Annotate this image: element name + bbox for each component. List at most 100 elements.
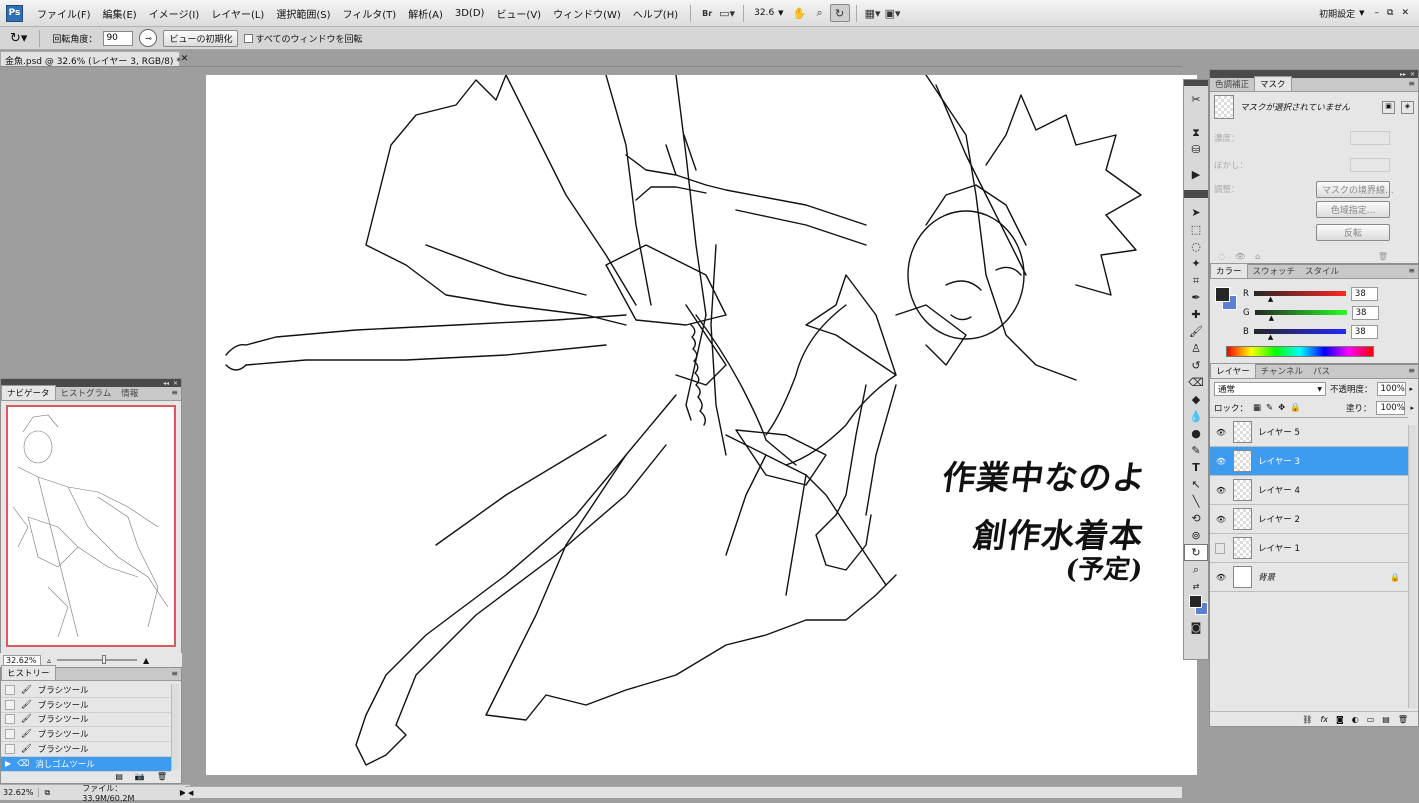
color-spectrum-ramp[interactable] [1226, 346, 1374, 357]
move-tool-icon[interactable]: ➤ [1184, 204, 1208, 221]
menu-3d[interactable]: 3D(D) [449, 8, 491, 19]
layer-name[interactable]: レイヤー 5 [1258, 426, 1300, 438]
status-zoom[interactable]: 32.62% [3, 788, 39, 797]
adjustment-layer-icon[interactable]: ◐ [1352, 715, 1359, 724]
visibility-eye-icon[interactable]: 👁 [1215, 573, 1227, 582]
layers-scrollbar[interactable] [1408, 425, 1417, 708]
menu-view[interactable]: ビュー(V) [490, 6, 547, 21]
path-select-icon[interactable]: ↖ [1184, 476, 1208, 493]
paint-bucket-icon[interactable]: ◆ [1184, 391, 1208, 408]
zoom-tool-icon[interactable]: ⌕ [1184, 561, 1208, 578]
marquee-tool-icon[interactable]: ⬚ [1184, 221, 1208, 238]
snapshot-checkbox[interactable] [5, 699, 15, 710]
mask-edge-button[interactable]: マスクの境界線... [1316, 180, 1394, 198]
layer-row-selected[interactable]: 👁 レイヤー 3 [1210, 447, 1408, 476]
selection-icon[interactable]: ◌ [1218, 252, 1225, 261]
healing-brush-icon[interactable]: ✚ [1184, 306, 1208, 323]
color-swatches[interactable] [1187, 595, 1208, 619]
close-icon[interactable]: ✕ [1401, 8, 1409, 18]
layer-row[interactable]: 👁 レイヤー 5 [1210, 418, 1408, 447]
slider-thumb[interactable]: ▲ [1269, 314, 1274, 322]
pen-tool-icon[interactable]: ✎ [1184, 442, 1208, 459]
trash-icon[interactable]: 🗑 [1378, 252, 1388, 261]
tab-paths[interactable]: パス [1308, 364, 1335, 378]
new-document-icon[interactable]: ▤ [115, 772, 123, 781]
tab-channels[interactable]: チャンネル [1256, 364, 1308, 378]
history-item[interactable]: 🖌 ブラシツール [1, 742, 171, 757]
type-tool-icon[interactable]: T [1184, 459, 1208, 476]
snapshot-checkbox[interactable] [5, 714, 15, 725]
history-item[interactable]: 🖌 ブラシツール [1, 683, 171, 698]
snapshot-checkbox[interactable] [5, 729, 15, 740]
photoshop-logo[interactable]: Ps [6, 4, 23, 22]
menu-layer[interactable]: レイヤー(L) [205, 6, 270, 21]
rotation-angle-input[interactable] [103, 30, 134, 46]
tab-styles[interactable]: スタイル [1300, 264, 1344, 278]
foreground-color-swatch[interactable] [1215, 287, 1230, 302]
rotation-dial-icon[interactable]: ⊸ [139, 29, 158, 47]
layer-name[interactable]: レイヤー 4 [1258, 484, 1300, 496]
tool-play-icon[interactable]: ▶ [1184, 166, 1208, 183]
layer-row-background[interactable]: 👁 背景 🔒 [1210, 563, 1408, 592]
rotate-view-icon[interactable]: ↻ [829, 4, 850, 22]
chevron-down-icon[interactable]: ▼ [778, 9, 783, 17]
red-value[interactable]: 38 [1350, 286, 1378, 301]
tab-histogram[interactable]: ヒストグラム [56, 386, 117, 400]
close-icon[interactable]: ✕ [1410, 71, 1415, 78]
rotate-view-tool-icon[interactable]: ↻▾ [10, 31, 27, 46]
visibility-eye-icon[interactable]: 👁 [1215, 515, 1227, 524]
color-range-button[interactable]: 色域指定... [1316, 201, 1390, 218]
magic-wand-icon[interactable]: ✦ [1184, 255, 1208, 272]
line-tool-icon[interactable]: ╲ [1184, 493, 1208, 510]
visibility-toggle-empty[interactable] [1215, 542, 1225, 554]
panel-menu-icon[interactable]: ≡ [1408, 366, 1415, 375]
tab-swatches[interactable]: スウォッチ [1248, 264, 1301, 278]
visibility-eye-icon[interactable]: 👁 [1215, 486, 1227, 495]
panel-menu-icon[interactable]: ≡ [171, 388, 178, 397]
snapshot-checkbox[interactable] [5, 744, 15, 755]
layer-name[interactable]: レイヤー 3 [1258, 455, 1300, 467]
visibility-eye-icon[interactable]: 👁 [1215, 457, 1227, 466]
rotate-all-checkbox[interactable] [244, 33, 254, 43]
menu-select[interactable]: 選択範囲(S) [270, 6, 336, 21]
status-icon[interactable]: ⧉ [45, 788, 51, 798]
history-brush-icon[interactable]: ↺ [1184, 357, 1208, 374]
navigator-zoom-slider[interactable] [57, 655, 138, 664]
panel-menu-icon[interactable]: ≡ [171, 669, 178, 678]
menu-analysis[interactable]: 解析(A) [402, 6, 449, 21]
tab-navigator[interactable]: ナビゲータ [1, 385, 56, 400]
layer-name[interactable]: レイヤー 2 [1258, 513, 1300, 525]
layer-row[interactable]: レイヤー 1 [1210, 534, 1408, 563]
fill-value[interactable]: 100% [1376, 401, 1406, 415]
brush-tool-icon[interactable]: 🖌 [1184, 323, 1208, 340]
history-scrollbar[interactable] [171, 684, 179, 770]
apply-mask-icon[interactable]: ⌂ [1255, 252, 1260, 261]
green-value[interactable]: 38 [1351, 305, 1379, 320]
collapse-icon[interactable]: ◂◂ [163, 380, 169, 387]
layer-name[interactable]: 背景 [1258, 571, 1275, 583]
close-icon[interactable]: ✕ [181, 54, 189, 65]
rotate-view-tool-icon[interactable]: ↻ [1184, 544, 1208, 561]
eraser-tool-icon[interactable]: ⌫ [1184, 374, 1208, 391]
menu-filter[interactable]: フィルタ(T) [336, 6, 402, 21]
3d-orbit-icon[interactable]: ⊚ [1184, 527, 1208, 544]
green-slider[interactable]: ▲ [1254, 310, 1347, 322]
fill-arrow-icon[interactable]: ▸ [1410, 404, 1414, 412]
zoom-out-icon[interactable]: ▵ [47, 656, 51, 665]
new-group-icon[interactable]: ▭ [1367, 715, 1375, 724]
document-tab[interactable]: 金魚.psd @ 32.6% (レイヤー 3, RGB/8) * ✕ [0, 51, 188, 67]
restore-icon[interactable]: ⧉ [1387, 8, 1393, 18]
invert-button[interactable]: 反転 [1316, 224, 1390, 241]
menu-edit[interactable]: 編集(E) [97, 6, 143, 21]
lock-image-icon[interactable]: ✎ [1266, 403, 1273, 413]
tab-info[interactable]: 情報 [116, 386, 143, 400]
menu-help[interactable]: ヘルプ(H) [627, 6, 684, 21]
document-canvas[interactable]: 作業中なのよ 創作水着本 (予定) [206, 75, 1197, 775]
slider-thumb[interactable] [102, 655, 107, 664]
lock-all-icon[interactable]: 🔒 [1290, 403, 1301, 413]
quick-mask-icon[interactable]: ◙ [1184, 619, 1208, 636]
reset-view-button[interactable]: ビューの初期化 [163, 29, 239, 47]
opacity-value[interactable]: 100% [1376, 382, 1406, 396]
fg-bg-swatches[interactable] [1215, 287, 1239, 311]
history-item[interactable]: 🖌 ブラシツール [1, 698, 171, 713]
